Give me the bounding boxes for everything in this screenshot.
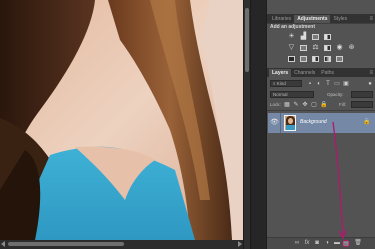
gradient-map-icon[interactable] xyxy=(335,55,344,63)
hue-saturation-icon[interactable] xyxy=(299,44,308,52)
new-layer-icon[interactable]: ▤ xyxy=(342,240,350,247)
lock-label: Lock: xyxy=(270,102,281,107)
document-canvas[interactable] xyxy=(0,0,243,240)
adjustment-row-1: ☀ ▟ xyxy=(287,33,332,41)
horizontal-scroll-thumb[interactable] xyxy=(8,242,124,246)
filter-pixel-icon[interactable]: ▪ xyxy=(307,81,313,87)
divider xyxy=(280,113,281,133)
tab-libraries[interactable]: Libraries xyxy=(269,15,294,23)
lock-position-icon[interactable]: ✥ xyxy=(302,102,308,108)
tab-paths[interactable]: Paths xyxy=(318,69,337,77)
tab-channels[interactable]: Channels xyxy=(291,69,318,77)
fill-label: Fill: xyxy=(339,102,346,107)
panel-dock-gutter xyxy=(250,0,266,249)
opacity-label: Opacity: xyxy=(327,92,344,97)
filter-toggle-icon[interactable]: ● xyxy=(367,81,373,87)
filter-kind-value: Kind xyxy=(276,81,286,86)
artboard-lock-icon[interactable]: ▢ xyxy=(311,102,317,108)
vertical-scroll-thumb[interactable] xyxy=(245,8,249,72)
blend-mode-select[interactable]: Normal xyxy=(270,91,314,98)
fx-icon[interactable]: fx xyxy=(303,240,311,247)
add-mask-icon[interactable]: ◙ xyxy=(313,240,321,247)
invert-icon[interactable] xyxy=(287,55,296,63)
fill-field[interactable] xyxy=(351,101,373,108)
tab-layers[interactable]: Layers xyxy=(269,69,292,77)
threshold-icon[interactable] xyxy=(311,55,320,63)
layers-panel-menu-icon[interactable]: ≡ xyxy=(369,69,373,77)
adjustment-layer-icon[interactable]: ◑ xyxy=(323,240,331,247)
color-balance-icon[interactable]: ⚖ xyxy=(311,44,320,52)
scroll-right-arrow-icon[interactable] xyxy=(238,241,242,247)
layers-footer-toolbar: ∞ fx ◙ ◑ ▬ ▤ 🗑 xyxy=(267,237,375,249)
right-panel-dock: Libraries Adjustments Styles ≡ Add an ad… xyxy=(266,0,375,249)
filter-shape-icon[interactable]: ▭ xyxy=(334,81,340,87)
lock-image-icon[interactable]: ✎ xyxy=(293,102,299,108)
adjustment-row-3 xyxy=(287,55,344,63)
divider xyxy=(267,110,375,111)
filter-kind-select[interactable]: ⌕ Kind xyxy=(270,80,302,87)
layer-thumbnail xyxy=(284,115,296,131)
panel-menu-icon[interactable]: ≡ xyxy=(369,15,373,23)
tab-adjustments[interactable]: Adjustments xyxy=(294,15,331,23)
layer-row-background[interactable]: 👁 Background 🔒 xyxy=(268,113,375,133)
photo-image xyxy=(0,0,243,240)
filter-smart-object-icon[interactable]: ▣ xyxy=(343,81,349,87)
lock-transparent-icon[interactable]: ▦ xyxy=(284,102,290,108)
vibrance-icon[interactable]: ▽ xyxy=(287,44,296,52)
photo-filter-icon[interactable]: ◉ xyxy=(335,44,344,52)
scroll-left-arrow-icon[interactable] xyxy=(1,241,5,247)
tab-styles[interactable]: Styles xyxy=(330,15,350,23)
curves-icon[interactable] xyxy=(311,33,320,41)
channel-mixer-icon[interactable]: ⊛ xyxy=(347,44,356,52)
levels-icon[interactable]: ▟ xyxy=(299,33,308,41)
vertical-scrollbar[interactable] xyxy=(243,0,250,249)
lock-all-icon[interactable]: 🔒 xyxy=(320,102,327,108)
layer-name[interactable]: Background xyxy=(300,119,327,126)
adjustment-row-2: ▽ ⚖ ◉ ⊛ xyxy=(287,44,356,52)
adjustments-tabbar: Libraries Adjustments Styles ≡ xyxy=(267,14,375,23)
exposure-icon[interactable] xyxy=(323,33,332,41)
horizontal-scrollbar[interactable] xyxy=(0,240,243,249)
trash-icon[interactable]: 🗑 xyxy=(354,240,362,247)
filter-adjustment-icon[interactable]: ◐ xyxy=(316,81,322,87)
link-layers-icon[interactable]: ∞ xyxy=(293,240,301,247)
layers-tabbar: Layers Channels Paths ≡ xyxy=(267,68,375,77)
brightness-contrast-icon[interactable]: ☀ xyxy=(287,33,296,41)
group-icon[interactable]: ▬ xyxy=(333,240,341,247)
posterize-icon[interactable] xyxy=(299,55,308,63)
selective-color-icon[interactable] xyxy=(323,55,332,63)
filter-type-icon[interactable]: T xyxy=(325,81,331,87)
adjustments-title: Add an adjustment xyxy=(270,24,316,30)
black-white-icon[interactable] xyxy=(323,44,332,52)
opacity-field[interactable] xyxy=(351,91,373,98)
eye-icon[interactable]: 👁 xyxy=(270,119,279,126)
lock-icon: 🔒 xyxy=(363,119,371,125)
